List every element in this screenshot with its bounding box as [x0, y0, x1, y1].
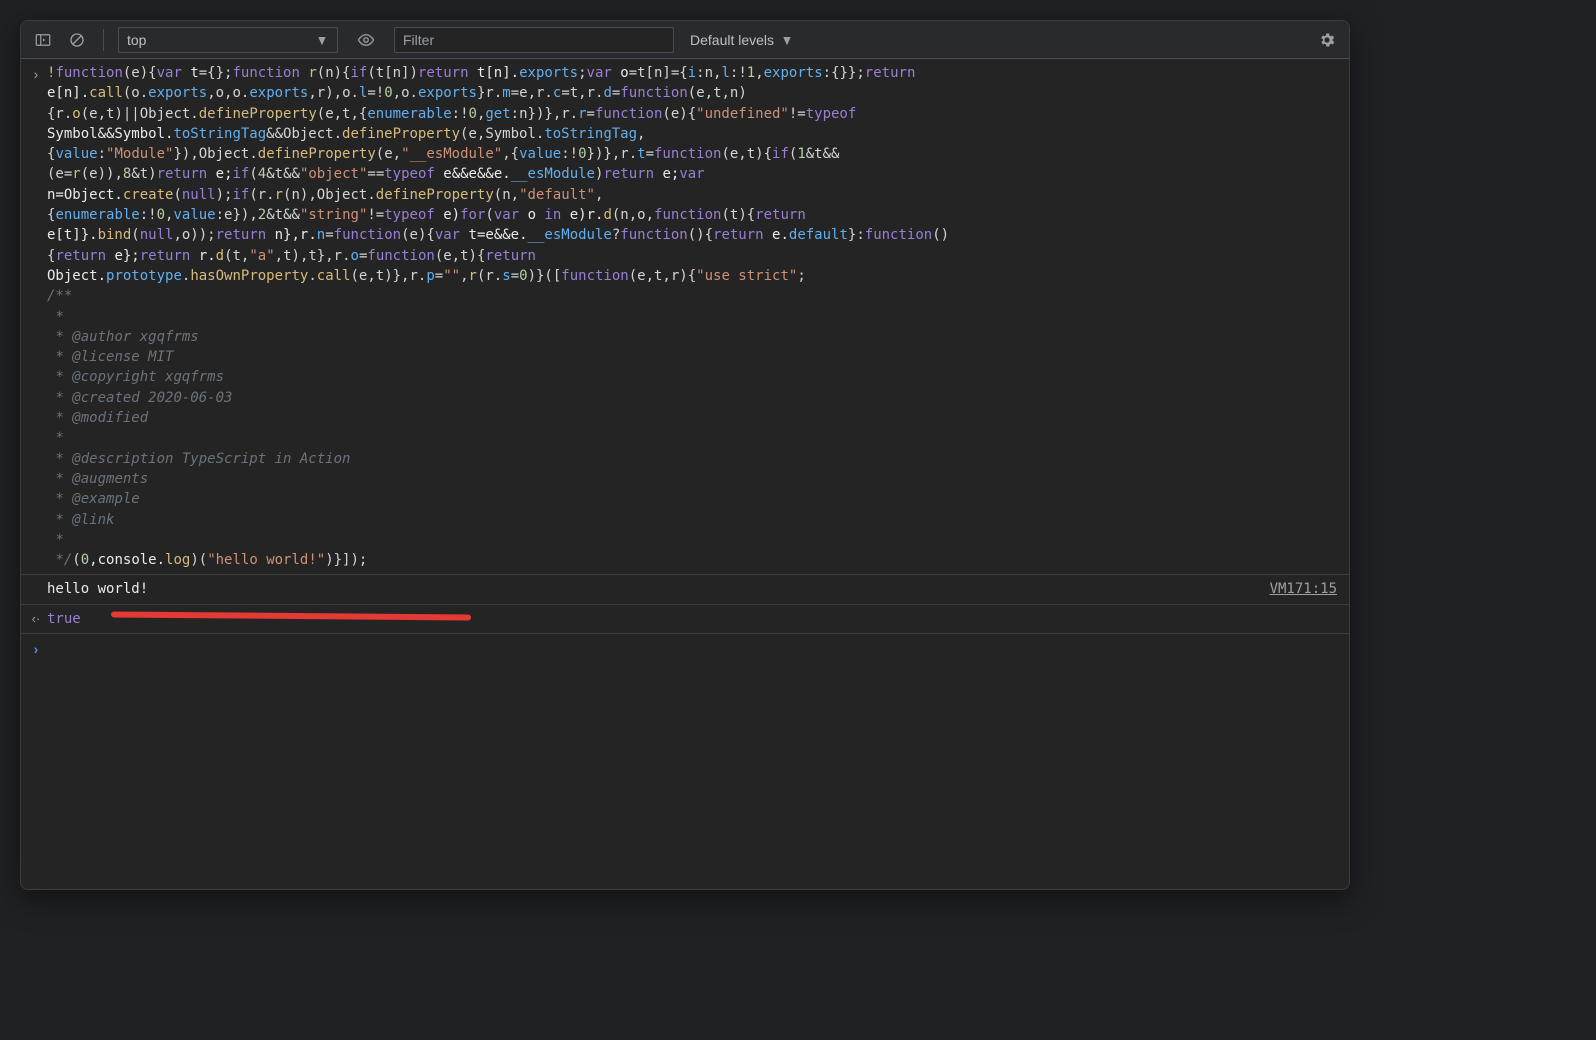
source-link[interactable]: VM171:15	[1270, 579, 1341, 599]
console-input-row: › !function(e){var t={};function r(n){if…	[21, 59, 1349, 575]
gear-icon[interactable]	[1315, 28, 1339, 52]
toggle-sidebar-icon[interactable]	[31, 28, 55, 52]
console-prompt-row[interactable]: ›	[21, 634, 1349, 663]
execution-context-select[interactable]: top ▼	[118, 27, 338, 53]
toolbar-divider	[103, 29, 104, 51]
console-log-row: hello world! VM171:15	[21, 575, 1349, 604]
devtools-window: top ▼ Default levels ▼ › !function(e){va…	[20, 20, 1350, 890]
chevron-down-icon: ▼	[316, 32, 328, 48]
input-marker-icon: ›	[25, 63, 47, 84]
console-messages: › !function(e){var t={};function r(n){if…	[21, 59, 1349, 889]
filter-input[interactable]	[394, 27, 674, 53]
gutter-blank	[25, 579, 47, 580]
log-levels-select[interactable]: Default levels ▼	[684, 32, 800, 48]
code-text[interactable]: !function(e){var t={};function r(n){if(t…	[47, 63, 1341, 570]
return-marker-icon: ‹·	[25, 609, 47, 629]
chevron-down-icon: ▼	[781, 32, 793, 48]
log-message[interactable]: hello world!	[47, 579, 1270, 599]
return-value[interactable]: true	[47, 611, 81, 627]
levels-label: Default levels	[690, 32, 774, 48]
prompt-marker-icon: ›	[25, 638, 47, 659]
clear-console-icon[interactable]	[65, 28, 89, 52]
context-label: top	[127, 32, 146, 48]
console-toolbar: top ▼ Default levels ▼	[21, 21, 1349, 59]
console-return-row: ‹· true	[21, 605, 1349, 634]
live-expression-icon[interactable]	[354, 28, 378, 52]
